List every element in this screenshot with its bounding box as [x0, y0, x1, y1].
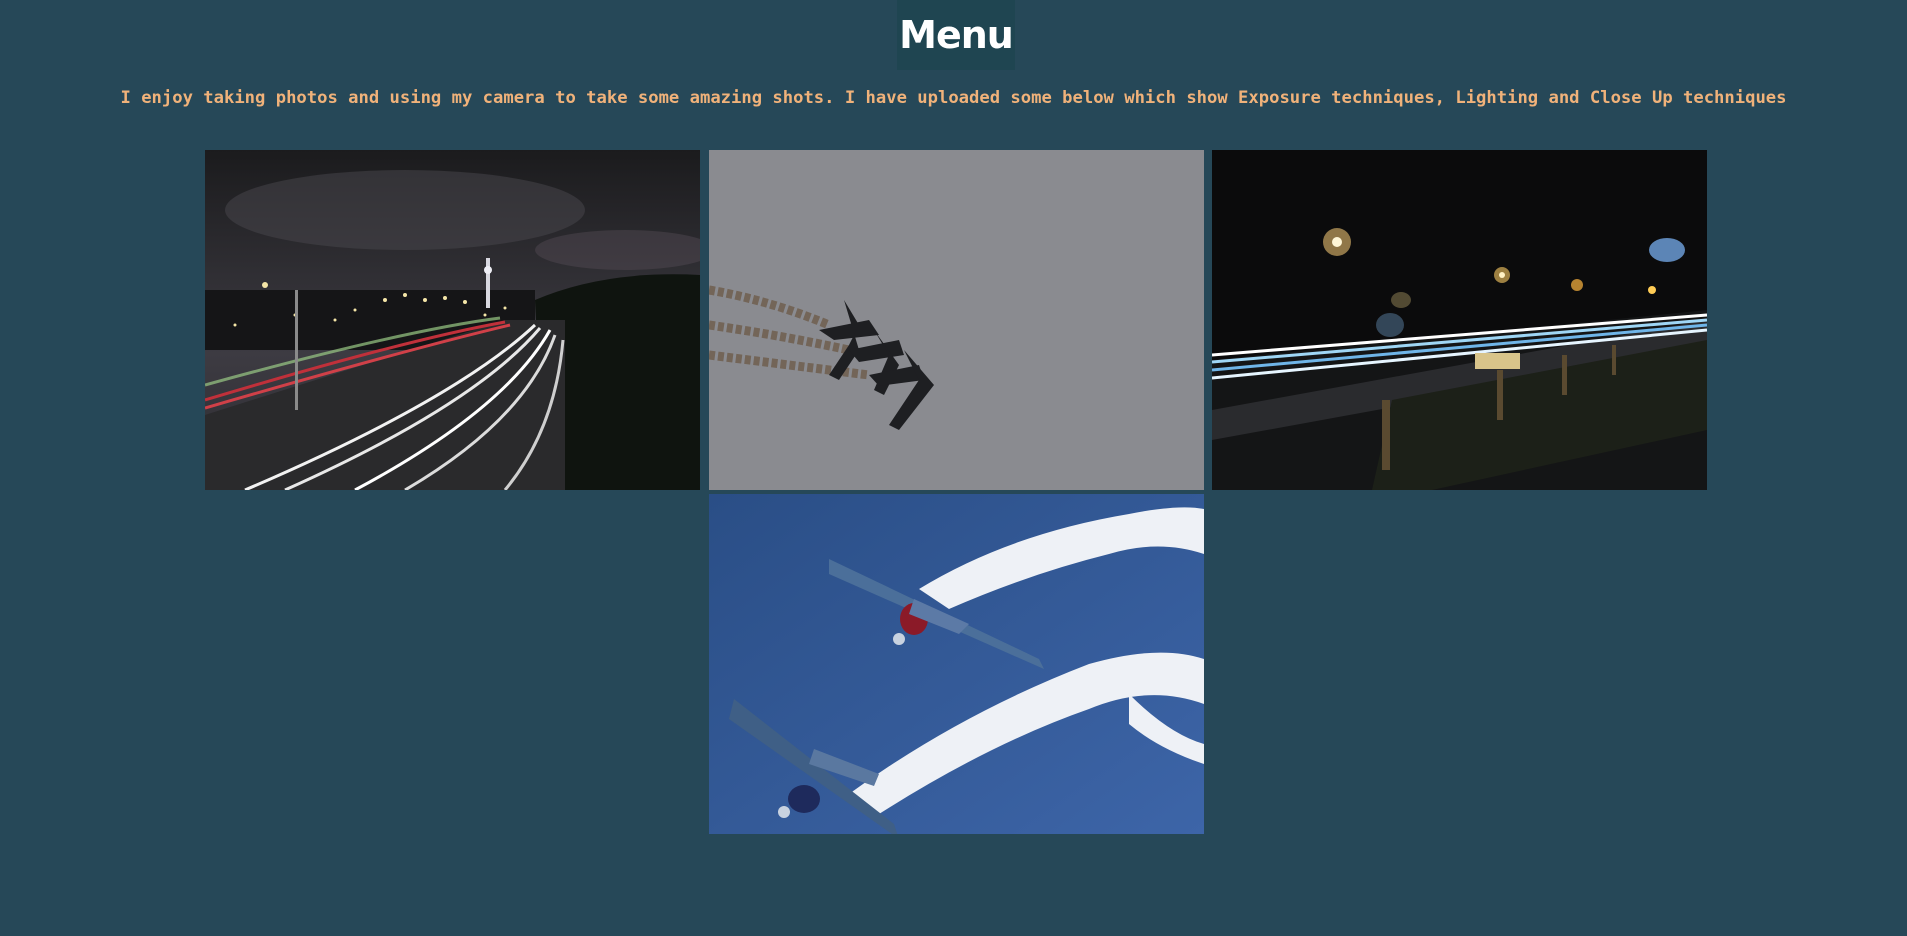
menu-bar[interactable]: Menu — [897, 0, 1015, 70]
photo-2-image — [709, 150, 1204, 490]
city-highway-light-trails-photo — [205, 150, 700, 490]
photo-1-image — [205, 150, 700, 490]
night-road-light-streaks-photo — [1212, 150, 1707, 490]
three-planes-smoke-trails-photo — [709, 150, 1204, 490]
menu-label[interactable]: Menu — [899, 13, 1014, 57]
two-aerobatic-planes-photo — [709, 494, 1204, 834]
photo-4-image — [709, 494, 1204, 834]
photo-3-image — [1212, 150, 1707, 490]
intro-text: I enjoy taking photos and using my camer… — [120, 88, 1787, 108]
